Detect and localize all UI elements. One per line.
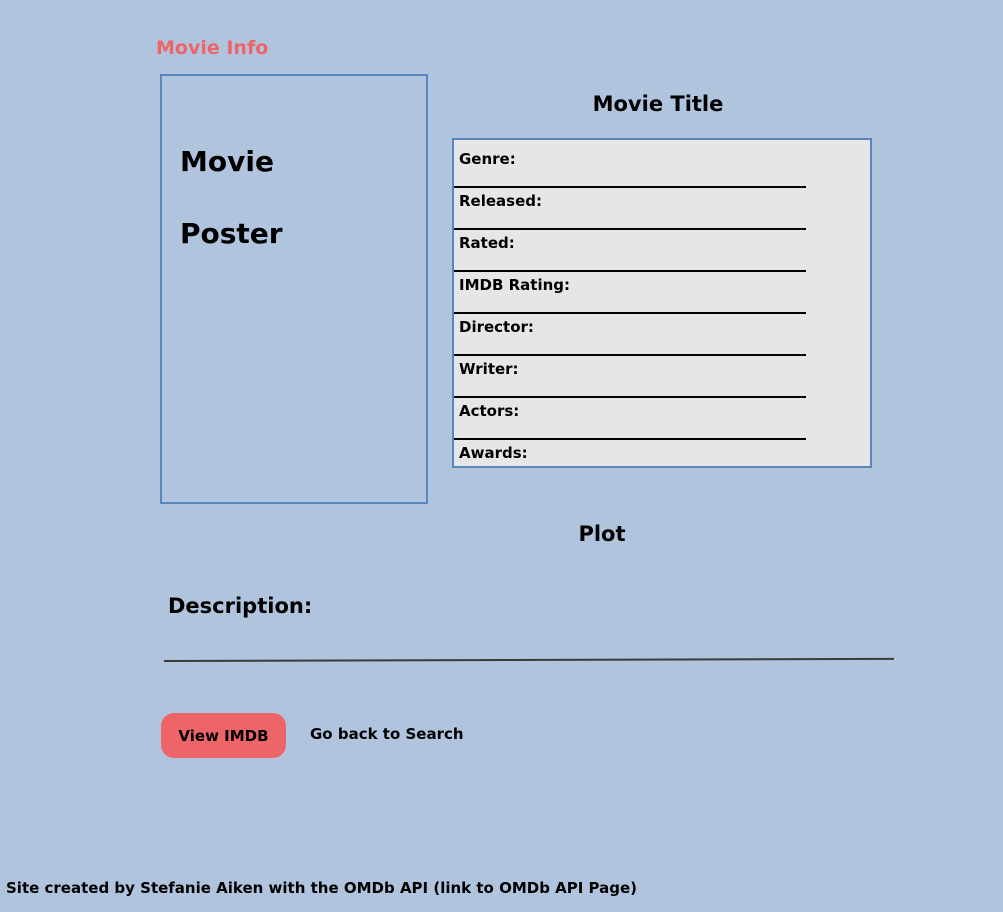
detail-awards: Awards: <box>459 444 528 462</box>
detail-actors: Actors: <box>459 402 520 420</box>
movie-details-panel: Genre: Released: Rated: IMDB Rating: Dir… <box>452 138 872 468</box>
detail-divider <box>454 312 806 314</box>
detail-imdb-rating: IMDB Rating: <box>459 276 571 294</box>
detail-divider <box>454 396 806 398</box>
footer-credit: Site created by Stefanie Aiken with the … <box>6 879 638 897</box>
detail-divider <box>454 228 806 230</box>
page-title: Movie Info <box>156 37 269 59</box>
movie-poster: Movie Poster <box>160 74 428 504</box>
description-divider <box>163 657 894 662</box>
detail-genre: Genre: <box>459 150 516 168</box>
detail-divider <box>454 186 806 188</box>
description-label: Description: <box>168 594 313 618</box>
movie-title: Movie Title <box>592 92 724 116</box>
detail-divider <box>454 438 806 440</box>
detail-rated: Rated: <box>459 234 515 252</box>
detail-released: Released: <box>459 192 542 210</box>
poster-placeholder-line-1: Movie <box>180 145 274 178</box>
detail-divider <box>454 270 806 272</box>
poster-placeholder-line-2: Poster <box>180 217 283 250</box>
plot-heading: Plot <box>578 522 626 546</box>
back-to-search-link[interactable]: Go back to Search <box>310 724 464 744</box>
view-imdb-button[interactable]: View IMDB <box>161 713 286 758</box>
detail-divider <box>454 354 806 356</box>
detail-writer: Writer: <box>459 360 519 378</box>
detail-director: Director: <box>459 318 534 336</box>
